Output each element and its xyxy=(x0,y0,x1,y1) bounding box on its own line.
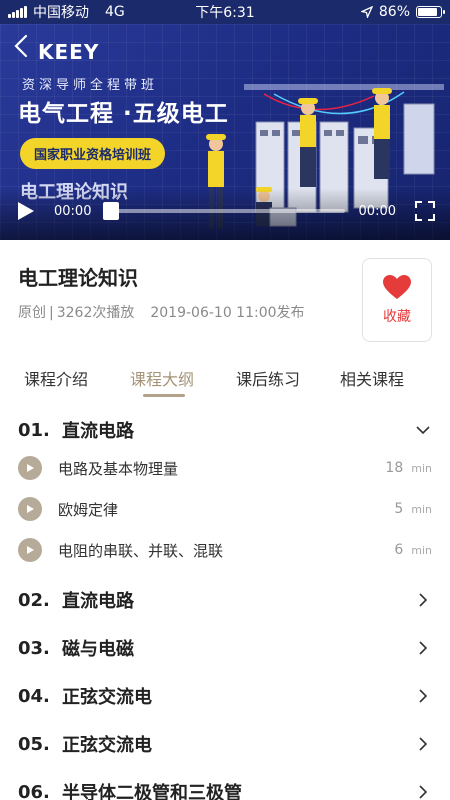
tab-outline[interactable]: 课程大纲 xyxy=(130,366,194,390)
lesson-title: 欧姆定律 xyxy=(58,500,119,519)
meta-separator: | xyxy=(49,305,54,321)
progress-thumb[interactable] xyxy=(103,202,120,220)
brand-logo: KEEY xyxy=(38,40,100,64)
signal-icon xyxy=(8,6,27,18)
location-icon xyxy=(360,6,373,18)
banner-badge: 国家职业资格培训班 xyxy=(20,138,166,169)
chapter-number: 02. xyxy=(18,589,50,611)
chevron-right-icon[interactable] xyxy=(416,737,430,751)
banner-subtitle: 资深导师全程带班 xyxy=(22,78,159,93)
status-bar: 中国移动 4G 下午6:31 86% xyxy=(0,0,450,24)
network-label: 4G xyxy=(105,4,125,20)
banner-title: 电气工程 ·五级电工 xyxy=(18,101,229,127)
course-tabs: 课程介绍 课程大纲 课后练习 相关课程 xyxy=(0,356,450,402)
lesson-duration: 6 min xyxy=(394,542,432,558)
lesson-play-icon[interactable] xyxy=(18,538,42,562)
chapter-number: 01. xyxy=(18,419,50,441)
lesson-play-icon[interactable] xyxy=(18,497,42,521)
chapter-05[interactable]: 05. 正弦交流电 xyxy=(0,720,450,768)
chapter-number: 05. xyxy=(18,733,50,755)
course-meta: 原创 | 3262次播放 2019-06-10 11:00发布 xyxy=(18,302,305,322)
tab-exercises[interactable]: 课后练习 xyxy=(236,366,300,390)
active-tab-indicator xyxy=(143,394,185,397)
lesson-title: 电路及基本物理量 xyxy=(58,459,179,478)
video-player[interactable]: KEEY 资深导师全程带班 电气工程 ·五级电工 国家职业资格培训班 电工理论知… xyxy=(0,24,450,240)
course-title: 电工理论知识 xyxy=(18,266,138,290)
chevron-right-icon[interactable] xyxy=(416,689,430,703)
play-icon[interactable] xyxy=(14,200,36,222)
heart-icon xyxy=(383,275,411,299)
chapter-title: 直流电路 xyxy=(62,591,134,612)
chapter-title: 正弦交流电 xyxy=(62,735,152,756)
lesson-duration: 5 min xyxy=(394,501,432,517)
total-time: 00:00 xyxy=(358,203,396,219)
chapter-number: 06. xyxy=(18,781,50,800)
player-controls: 00:00 00:00 xyxy=(0,188,450,240)
course-type: 原创 xyxy=(18,305,46,321)
lesson-item[interactable]: 电阻的串联、并联、混联 6 min xyxy=(0,530,450,570)
tab-related[interactable]: 相关课程 xyxy=(340,366,404,390)
current-time: 00:00 xyxy=(54,203,92,219)
carrier-label: 中国移动 xyxy=(33,5,89,21)
lesson-duration: 18 min xyxy=(385,460,432,476)
lesson-title: 电阻的串联、并联、混联 xyxy=(58,541,224,560)
chapter-06[interactable]: 06. 半导体二极管和三极管 xyxy=(0,768,450,800)
tab-intro[interactable]: 课程介绍 xyxy=(24,366,88,390)
fullscreen-icon[interactable] xyxy=(414,200,436,222)
lesson-item[interactable]: 电路及基本物理量 18 min xyxy=(0,448,450,488)
chapter-title: 磁与电磁 xyxy=(62,639,134,660)
chapter-03[interactable]: 03. 磁与电磁 xyxy=(0,624,450,672)
battery-percent: 86% xyxy=(378,4,410,20)
lesson-play-icon[interactable] xyxy=(18,456,42,480)
clock: 下午6:31 xyxy=(195,5,255,21)
chapter-title: 半导体二极管和三极管 xyxy=(62,783,242,800)
chapter-01[interactable]: 01. 直流电路 xyxy=(0,406,450,454)
publish-date: 2019-06-10 11:00发布 xyxy=(150,305,305,321)
chevron-right-icon[interactable] xyxy=(416,593,430,607)
chapter-number: 03. xyxy=(18,637,50,659)
chapter-title: 直流电路 xyxy=(62,421,134,442)
favorite-label: 收藏 xyxy=(383,309,411,325)
chapter-number: 04. xyxy=(18,685,50,707)
back-icon[interactable] xyxy=(10,30,32,66)
chevron-down-icon[interactable] xyxy=(416,423,430,437)
progress-slider[interactable] xyxy=(103,202,345,220)
course-info: 电工理论知识 原创 | 3262次播放 2019-06-10 11:00发布 收藏 xyxy=(0,240,450,350)
battery-icon xyxy=(416,6,445,18)
chevron-right-icon[interactable] xyxy=(416,641,430,655)
lesson-item[interactable]: 欧姆定律 5 min xyxy=(0,489,450,529)
chevron-right-icon[interactable] xyxy=(416,785,430,799)
play-count: 3262次播放 xyxy=(56,305,135,321)
favorite-button[interactable]: 收藏 xyxy=(362,258,432,342)
chapter-title: 正弦交流电 xyxy=(62,687,152,708)
chapter-04[interactable]: 04. 正弦交流电 xyxy=(0,672,450,720)
chapter-02[interactable]: 02. 直流电路 xyxy=(0,576,450,624)
